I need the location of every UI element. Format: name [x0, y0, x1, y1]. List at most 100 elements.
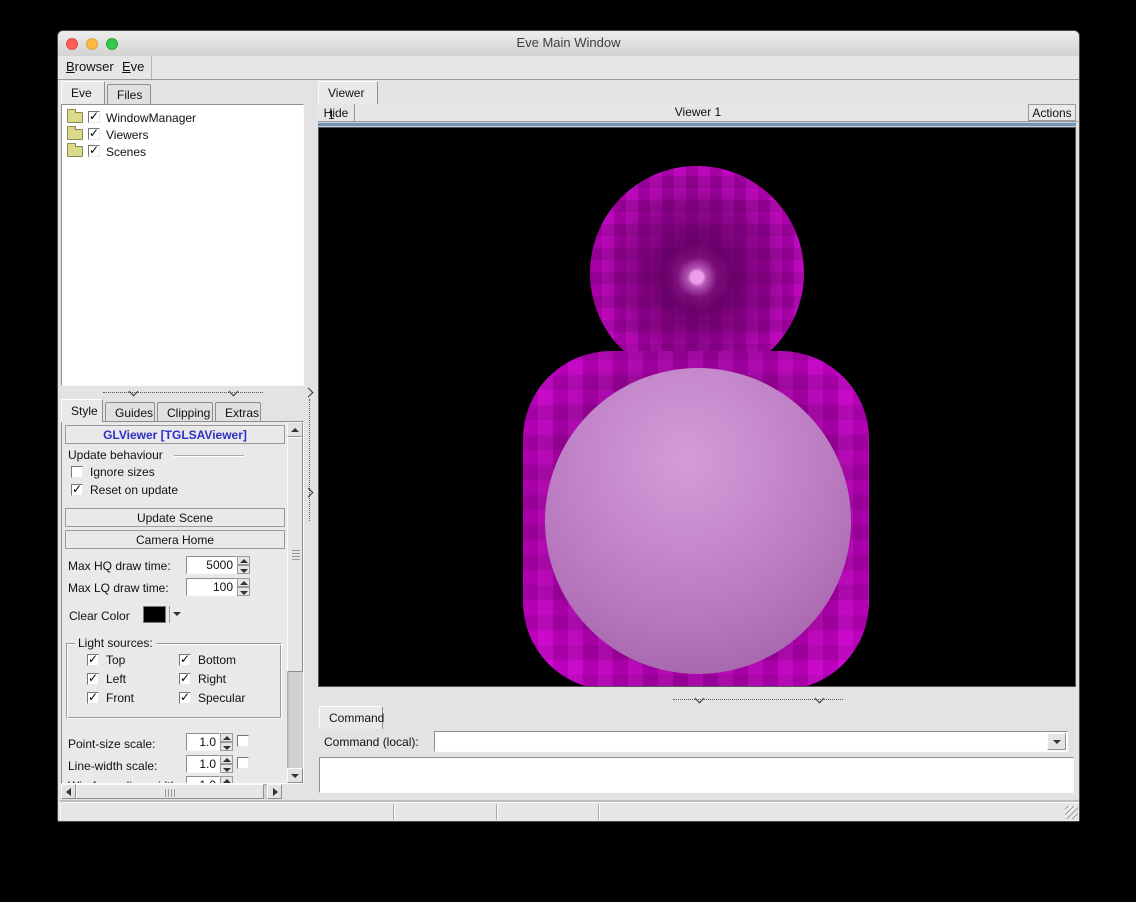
spin-down-icon[interactable]: [237, 565, 250, 574]
light-front-checkbox[interactable]: [87, 692, 99, 704]
clear-color-label: Clear Color: [69, 609, 130, 623]
splitter-chevron-icon: [695, 694, 705, 704]
tree-item-label[interactable]: Scenes: [106, 145, 146, 159]
tree-item-label[interactable]: WindowManager: [106, 111, 196, 125]
scroll-left-button[interactable]: [61, 784, 76, 799]
tab-extras[interactable]: Extras: [215, 402, 261, 422]
window-title: Eve Main Window: [58, 35, 1079, 50]
max-hq-label: Max HQ draw time:: [68, 559, 171, 573]
viewer-title: Viewer 1: [318, 105, 1078, 119]
tree-checkbox[interactable]: [88, 111, 100, 123]
resize-grip[interactable]: [1065, 806, 1078, 819]
clear-color-dropdown[interactable]: [169, 606, 185, 623]
scroll-down-button[interactable]: [287, 768, 303, 783]
light-bottom-label[interactable]: Bottom: [198, 653, 236, 667]
scrollbar-thumb[interactable]: [287, 437, 303, 672]
command-dropdown-button[interactable]: [1047, 733, 1066, 750]
max-lq-stepper[interactable]: [237, 578, 250, 596]
command-output[interactable]: [319, 757, 1074, 793]
light-right-checkbox[interactable]: [179, 673, 191, 685]
tab-guides[interactable]: Guides: [105, 402, 155, 422]
light-right-label[interactable]: Right: [198, 672, 226, 686]
wireframe-input[interactable]: 1.0: [186, 776, 220, 784]
command-local-label: Command (local):: [324, 735, 419, 749]
eve-tree: WindowManager Viewers Scenes: [61, 104, 304, 386]
light-top-label[interactable]: Top: [106, 653, 125, 667]
sidebar-tabbar: Eve Files: [61, 81, 304, 104]
tree-item-scenes[interactable]: Scenes: [67, 144, 297, 160]
menu-eve[interactable]: Eve: [122, 59, 144, 74]
reset-on-update-checkbox[interactable]: [71, 484, 83, 496]
tree-checkbox[interactable]: [88, 145, 100, 157]
menubar-divider: [151, 56, 152, 79]
tree-item-viewers[interactable]: Viewers: [67, 127, 297, 143]
clear-color-swatch[interactable]: [143, 606, 166, 623]
point-size-checkbox[interactable]: [237, 735, 249, 747]
hide-button[interactable]: Hide: [318, 104, 355, 121]
max-hq-stepper[interactable]: [237, 556, 250, 574]
camera-home-button[interactable]: Camera Home: [65, 530, 285, 549]
light-left-checkbox[interactable]: [87, 673, 99, 685]
spin-up-icon[interactable]: [237, 556, 250, 565]
reset-on-update-label[interactable]: Reset on update: [90, 483, 178, 497]
chevron-down-icon: [1053, 740, 1061, 744]
title-bar[interactable]: Eve Main Window: [58, 31, 1079, 57]
update-behaviour-title: Update behaviour: [68, 448, 163, 462]
scroll-right-button[interactable]: [267, 784, 282, 799]
spin-down-icon[interactable]: [237, 587, 250, 596]
ignore-sizes-checkbox[interactable]: [71, 466, 83, 478]
tab-viewer-1[interactable]: Viewer 1: [318, 81, 378, 104]
light-top-checkbox[interactable]: [87, 654, 99, 666]
line-width-stepper[interactable]: [220, 755, 233, 773]
line-width-label: Line-width scale:: [68, 759, 157, 773]
light-front-label[interactable]: Front: [106, 691, 134, 705]
tab-eve[interactable]: Eve: [61, 81, 105, 104]
point-size-stepper[interactable]: [220, 733, 233, 751]
spin-up-icon[interactable]: [220, 733, 233, 742]
tab-clipping[interactable]: Clipping: [157, 402, 213, 422]
update-scene-button[interactable]: Update Scene: [65, 508, 285, 527]
light-sources-group: Light sources: Top Bottom Left Right Fro…: [66, 643, 282, 719]
max-hq-input[interactable]: 5000: [186, 556, 237, 574]
scene-head-sphere: [590, 166, 804, 380]
spin-up-icon[interactable]: [220, 755, 233, 764]
tab-files[interactable]: Files: [107, 84, 151, 104]
folder-icon: [67, 146, 83, 157]
wireframe-stepper[interactable]: [220, 776, 233, 784]
point-size-input[interactable]: 1.0: [186, 733, 220, 751]
command-input[interactable]: [434, 731, 1068, 752]
scrollbar-thumb[interactable]: [76, 784, 264, 799]
scene-inner-sphere: [545, 368, 851, 674]
spin-down-icon[interactable]: [220, 742, 233, 751]
tab-style[interactable]: Style: [61, 399, 103, 422]
tab-command[interactable]: Command: [319, 706, 383, 729]
glviewer-button[interactable]: GLViewer [TGLSAViewer]: [65, 425, 285, 444]
ignore-sizes-label[interactable]: Ignore sizes: [90, 465, 155, 479]
eve-main-window: Eve Main Window Browser Eve Eve Files Wi…: [57, 30, 1080, 822]
status-part: [394, 804, 497, 820]
splitter-chevron-icon: [815, 694, 825, 704]
max-lq-input[interactable]: 100: [186, 578, 237, 596]
tree-item-windowmanager[interactable]: WindowManager: [67, 110, 297, 126]
viewer-tabbar: Viewer 1: [318, 81, 1078, 104]
splitter-chevron-icon: [304, 388, 314, 398]
light-specular-label[interactable]: Specular: [198, 691, 245, 705]
light-left-label[interactable]: Left: [106, 672, 126, 686]
actions-button[interactable]: Actions: [1028, 104, 1076, 121]
spin-down-icon[interactable]: [220, 764, 233, 773]
light-specular-checkbox[interactable]: [179, 692, 191, 704]
status-bar: [60, 802, 1079, 821]
spin-up-icon[interactable]: [220, 776, 233, 784]
tree-item-label[interactable]: Viewers: [106, 128, 148, 142]
light-bottom-checkbox[interactable]: [179, 654, 191, 666]
line-width-checkbox[interactable]: [237, 757, 249, 769]
menu-browser[interactable]: Browser: [66, 59, 114, 74]
gl-viewport[interactable]: [318, 127, 1076, 687]
spin-up-icon[interactable]: [237, 578, 250, 587]
point-size-label: Point-size scale:: [68, 737, 155, 751]
scroll-up-button[interactable]: [287, 422, 303, 437]
status-part: [497, 804, 599, 820]
tree-checkbox[interactable]: [88, 128, 100, 140]
splitter-chevron-icon: [304, 488, 314, 498]
line-width-input[interactable]: 1.0: [186, 755, 220, 773]
